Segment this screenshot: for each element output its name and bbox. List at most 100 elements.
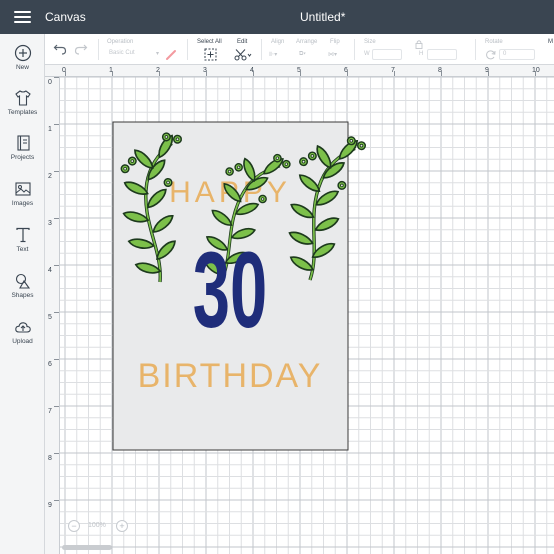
select-all-label: Select All xyxy=(197,39,222,45)
toolbar-divider xyxy=(98,39,99,60)
sidebar-item-label: Projects xyxy=(10,154,35,161)
document-title[interactable]: Untitled* xyxy=(300,10,345,24)
zoom-in-button[interactable]: + xyxy=(116,520,128,532)
ruler-tick xyxy=(54,265,59,266)
ruler-tick xyxy=(54,218,59,219)
sidebar-item-label: Templates xyxy=(7,109,38,116)
operation-label: Operation xyxy=(107,39,134,45)
text-t-icon xyxy=(15,227,30,243)
lock-icon[interactable] xyxy=(415,39,423,49)
design-canvas[interactable]: HAPPY30BIRTHDAY xyxy=(60,77,554,554)
arrange-dropdown[interactable]: ⧉▾ xyxy=(299,51,306,58)
ruler-tick xyxy=(253,71,254,76)
select-all-icon[interactable] xyxy=(204,48,217,61)
berry-hole xyxy=(164,135,169,139)
ruler-tick xyxy=(54,406,59,407)
ruler-left-label: 6 xyxy=(48,361,52,368)
zoom-out-button[interactable]: − xyxy=(68,520,80,532)
berry-hole xyxy=(236,165,241,170)
width-input[interactable] xyxy=(372,49,402,60)
berry-hole xyxy=(349,139,354,143)
app-window: Canvas Untitled* New Templates Projects … xyxy=(0,0,554,554)
pen-color-icon[interactable] xyxy=(164,48,178,62)
ruler-tick xyxy=(54,77,59,78)
sidebar-item-upload[interactable]: Upload xyxy=(0,318,45,360)
sidebar-item-images[interactable]: Images xyxy=(0,180,45,222)
berry-hole xyxy=(284,162,289,166)
scissors-icon[interactable] xyxy=(234,48,252,61)
ruler-left-label: 5 xyxy=(48,314,52,321)
flip-label: Flip xyxy=(330,39,340,45)
berry-hole xyxy=(227,169,232,174)
align-dropdown[interactable]: ⊪▾ xyxy=(269,51,277,58)
berry-hole xyxy=(359,143,364,148)
align-label: Align xyxy=(271,39,285,45)
ruler-tick xyxy=(54,453,59,454)
toolbar-divider xyxy=(261,39,262,60)
horizontal-scrollbar[interactable] xyxy=(62,545,112,550)
ruler-tick xyxy=(441,71,442,76)
horizontal-ruler: 012345678910 xyxy=(45,65,554,77)
rotate-input[interactable]: 0 xyxy=(499,49,535,60)
sidebar-item-text[interactable]: Text xyxy=(0,226,45,268)
berry-hole xyxy=(130,159,135,163)
berry-hole xyxy=(301,159,306,164)
shapes-icon xyxy=(15,273,30,289)
flip-dropdown[interactable]: ⋈▾ xyxy=(328,51,337,58)
sidebar-item-label: Upload xyxy=(12,338,33,345)
undo-icon[interactable] xyxy=(53,42,67,56)
ruler-tick xyxy=(112,71,113,76)
ruler-tick xyxy=(394,71,395,76)
toolbar-divider xyxy=(354,39,355,60)
sidebar-item-new[interactable]: New xyxy=(0,44,45,86)
height-input[interactable] xyxy=(427,49,457,60)
arrange-label: Arrange xyxy=(296,39,318,45)
ruler-tick xyxy=(206,71,207,76)
ruler-tick xyxy=(54,359,59,360)
berry-hole xyxy=(340,183,344,188)
plus-circle-icon xyxy=(14,44,31,62)
operation-select[interactable]: Basic Cut ▾ xyxy=(107,49,161,60)
berry-hole xyxy=(260,197,265,201)
toolbar-divider xyxy=(187,39,188,60)
book-icon xyxy=(16,135,30,151)
sidebar-item-shapes[interactable]: Shapes xyxy=(0,272,45,314)
ruler-left-label: 1 xyxy=(48,126,52,133)
vertical-ruler: 0 1 2 3 4 5 6 7 8 9 xyxy=(45,65,60,554)
cloud-upload-icon xyxy=(14,322,31,333)
size-w-label: W xyxy=(364,51,370,57)
canvas-grid: HAPPY30BIRTHDAY xyxy=(60,77,554,554)
sidebar-item-templates[interactable]: Templates xyxy=(0,89,45,131)
rotate-value: 0 xyxy=(503,51,507,57)
ruler-left-label: 8 xyxy=(48,455,52,462)
tshirt-icon xyxy=(14,90,31,106)
sidebar-item-projects[interactable]: Projects xyxy=(0,134,45,176)
berry-hole xyxy=(123,166,127,171)
sidebar-item-label: Shapes xyxy=(11,292,34,299)
redo-icon[interactable] xyxy=(74,42,88,56)
title-bar: Canvas Untitled* xyxy=(0,0,554,34)
more-label[interactable]: M xyxy=(548,39,553,45)
ruler-tick xyxy=(159,71,160,76)
edit-toolbar: Operation Basic Cut ▾ Select All Edit Al… xyxy=(45,34,554,65)
berry-hole xyxy=(175,137,180,142)
number-text: 30 xyxy=(193,231,267,351)
edit-label: Edit xyxy=(237,39,248,45)
ruler-tick xyxy=(488,71,489,76)
app-title: Canvas xyxy=(45,10,86,24)
ruler-left-label: 2 xyxy=(48,173,52,180)
operation-value: Basic Cut xyxy=(109,50,135,56)
zoom-control: − 100% + xyxy=(68,519,130,533)
berry-hole xyxy=(310,154,315,158)
size-label: Size xyxy=(364,39,376,45)
ruler-left-label: 4 xyxy=(48,267,52,274)
ruler-tick xyxy=(535,71,536,76)
ruler-left-label: 3 xyxy=(48,220,52,227)
zoom-value: 100% xyxy=(88,522,106,529)
ruler-left-label: 9 xyxy=(48,502,52,509)
berry-hole xyxy=(166,180,170,185)
ruler-tick xyxy=(65,71,66,76)
image-icon xyxy=(14,182,31,196)
ruler-left-label: 7 xyxy=(48,408,52,415)
menu-icon[interactable] xyxy=(14,11,31,24)
